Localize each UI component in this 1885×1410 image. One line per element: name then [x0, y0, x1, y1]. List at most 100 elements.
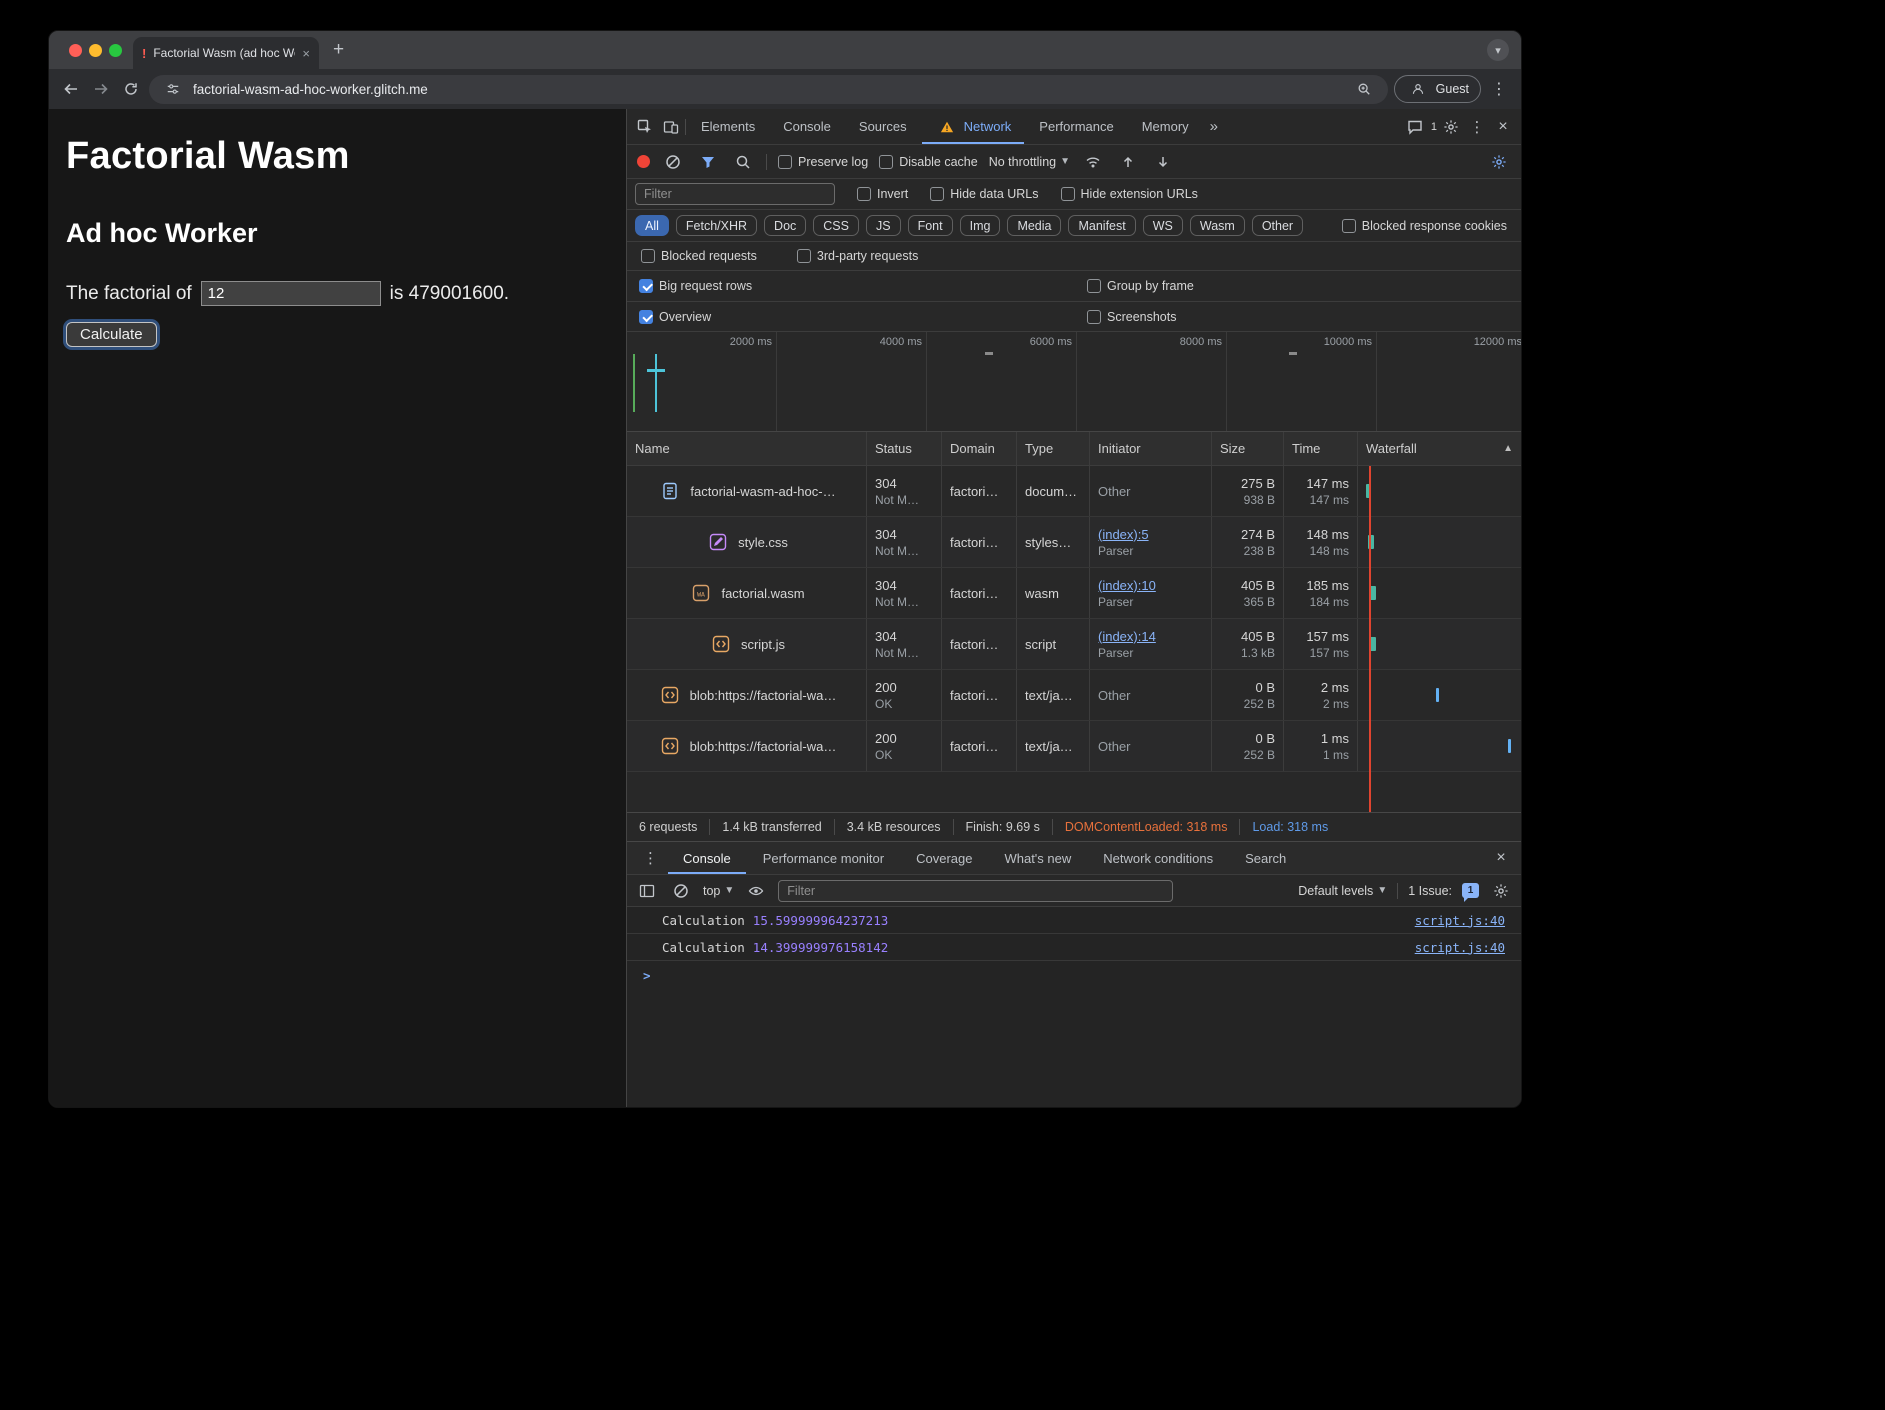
initiator-link[interactable]: (index):5: [1098, 527, 1203, 542]
column-waterfall[interactable]: Waterfall▲: [1358, 432, 1521, 465]
drawer-menu-icon[interactable]: ⋮: [635, 849, 666, 867]
clear-console-icon[interactable]: [669, 879, 693, 903]
profile-button[interactable]: Guest: [1394, 75, 1481, 103]
filter-chip-other[interactable]: Other: [1252, 215, 1303, 236]
record-network-log-button[interactable]: [637, 155, 650, 168]
filter-chip-wasm[interactable]: Wasm: [1190, 215, 1245, 236]
screenshots-checkbox[interactable]: Screenshots: [1087, 310, 1176, 324]
console-settings-icon[interactable]: [1489, 879, 1513, 903]
preserve-log-checkbox[interactable]: Preserve log: [778, 155, 868, 169]
devtools-settings-icon[interactable]: [1439, 115, 1463, 139]
drawer-tab-console[interactable]: Console: [668, 842, 746, 874]
filter-chip-manifest[interactable]: Manifest: [1068, 215, 1135, 236]
column-time[interactable]: Time: [1284, 432, 1358, 465]
initiator-link[interactable]: (index):10: [1098, 578, 1203, 593]
source-link[interactable]: script.js:40: [1415, 913, 1505, 928]
tab-console[interactable]: Console: [770, 109, 844, 144]
column-initiator[interactable]: Initiator: [1090, 432, 1212, 465]
devtools-close-icon[interactable]: ×: [1491, 115, 1515, 139]
import-har-icon[interactable]: [1116, 150, 1140, 174]
initiator-link[interactable]: (index):14: [1098, 629, 1203, 644]
forward-icon[interactable]: [89, 77, 113, 101]
column-size[interactable]: Size: [1212, 432, 1284, 465]
request-row[interactable]: factorial-wasm-ad-hoc-… 304Not M… factor…: [627, 466, 1521, 517]
clear-network-log-icon[interactable]: [661, 150, 685, 174]
tab-performance[interactable]: Performance: [1026, 109, 1126, 144]
invert-checkbox[interactable]: Invert: [857, 187, 908, 201]
column-name[interactable]: Name: [627, 432, 867, 465]
drawer-tab-performance-monitor[interactable]: Performance monitor: [748, 842, 899, 874]
browser-menu-icon[interactable]: ⋮: [1487, 77, 1511, 101]
drawer-tab-whats-new[interactable]: What's new: [989, 842, 1086, 874]
console-sidebar-icon[interactable]: [635, 879, 659, 903]
tab-close-icon[interactable]: ×: [302, 46, 310, 61]
request-row[interactable]: blob:https://factorial-wa… 200OK factori…: [627, 670, 1521, 721]
devtools-menu-icon[interactable]: ⋮: [1465, 115, 1489, 139]
filter-chip-doc[interactable]: Doc: [764, 215, 806, 236]
console-log[interactable]: Calculation 15.599999964237213 script.js…: [627, 907, 1521, 1108]
big-request-rows-checkbox[interactable]: Big request rows: [639, 279, 752, 293]
drawer-tab-network-conditions[interactable]: Network conditions: [1088, 842, 1228, 874]
filter-chip-media[interactable]: Media: [1007, 215, 1061, 236]
throttling-select[interactable]: No throttling▼: [989, 155, 1070, 169]
column-domain[interactable]: Domain: [942, 432, 1017, 465]
console-context-select[interactable]: top▼: [703, 884, 734, 898]
filter-chip-all[interactable]: All: [635, 215, 669, 236]
issues-label[interactable]: 1 Issue:: [1408, 884, 1452, 898]
address-bar[interactable]: factorial-wasm-ad-hoc-worker.glitch.me: [149, 75, 1388, 104]
filter-chip-fetch-xhr[interactable]: Fetch/XHR: [676, 215, 757, 236]
filter-chip-css[interactable]: CSS: [813, 215, 859, 236]
device-toolbar-icon[interactable]: [659, 115, 683, 139]
new-tab-button[interactable]: +: [333, 39, 344, 61]
group-by-frame-checkbox[interactable]: Group by frame: [1087, 279, 1194, 293]
console-prompt[interactable]: >: [627, 961, 1521, 989]
filter-chip-ws[interactable]: WS: [1143, 215, 1183, 236]
reload-icon[interactable]: [119, 77, 143, 101]
request-row[interactable]: blob:https://factorial-wa… 200OK factori…: [627, 721, 1521, 772]
request-row[interactable]: style.css 304Not M… factori… styles… (in…: [627, 517, 1521, 568]
request-row[interactable]: script.js 304Not M… factori… script (ind…: [627, 619, 1521, 670]
export-har-icon[interactable]: [1151, 150, 1175, 174]
drawer-close-icon[interactable]: ×: [1489, 846, 1513, 870]
drawer-tab-search[interactable]: Search: [1230, 842, 1301, 874]
factorial-input[interactable]: [201, 281, 381, 306]
blocked-response-cookies-checkbox[interactable]: Blocked response cookies: [1342, 219, 1513, 233]
maximize-window-button[interactable]: [109, 44, 122, 57]
site-settings-icon[interactable]: [161, 77, 185, 101]
hide-data-urls-checkbox[interactable]: Hide data URLs: [930, 187, 1038, 201]
filter-chip-img[interactable]: Img: [960, 215, 1001, 236]
column-status[interactable]: Status: [867, 432, 942, 465]
console-filter-input[interactable]: [778, 880, 1173, 902]
zoom-icon[interactable]: [1352, 77, 1376, 101]
more-tabs-icon[interactable]: »: [1204, 118, 1224, 135]
browser-tab[interactable]: ! Factorial Wasm (ad hoc Work ×: [133, 37, 319, 69]
drawer-tab-coverage[interactable]: Coverage: [901, 842, 987, 874]
network-filter-input[interactable]: [635, 183, 835, 205]
filter-icon[interactable]: [696, 150, 720, 174]
column-type[interactable]: Type: [1017, 432, 1090, 465]
calculate-button[interactable]: Calculate: [66, 322, 157, 347]
network-conditions-icon[interactable]: [1081, 150, 1105, 174]
tab-elements[interactable]: Elements: [688, 109, 768, 144]
tab-memory[interactable]: Memory: [1129, 109, 1202, 144]
console-levels-select[interactable]: Default levels▼: [1298, 884, 1387, 898]
third-party-requests-checkbox[interactable]: 3rd-party requests: [797, 249, 918, 263]
inspect-element-icon[interactable]: [633, 115, 657, 139]
console-messages-icon[interactable]: [1403, 115, 1427, 139]
minimize-window-button[interactable]: [89, 44, 102, 57]
blocked-requests-checkbox[interactable]: Blocked requests: [641, 249, 757, 263]
live-expression-eye-icon[interactable]: [744, 879, 768, 903]
disable-cache-checkbox[interactable]: Disable cache: [879, 155, 978, 169]
back-icon[interactable]: [59, 77, 83, 101]
network-settings-icon[interactable]: [1487, 150, 1511, 174]
tab-search-button[interactable]: ▾: [1487, 39, 1509, 61]
network-overview[interactable]: 2000 ms4000 ms6000 ms8000 ms10000 ms1200…: [627, 332, 1521, 432]
tab-network[interactable]: Network: [922, 109, 1025, 144]
request-row[interactable]: WAfactorial.wasm 304Not M… factori… wasm…: [627, 568, 1521, 619]
close-window-button[interactable]: [69, 44, 82, 57]
filter-chip-font[interactable]: Font: [908, 215, 953, 236]
filter-chip-js[interactable]: JS: [866, 215, 901, 236]
issues-count-icon[interactable]: 1: [1462, 883, 1479, 898]
search-icon[interactable]: [731, 150, 755, 174]
hide-extension-urls-checkbox[interactable]: Hide extension URLs: [1061, 187, 1198, 201]
